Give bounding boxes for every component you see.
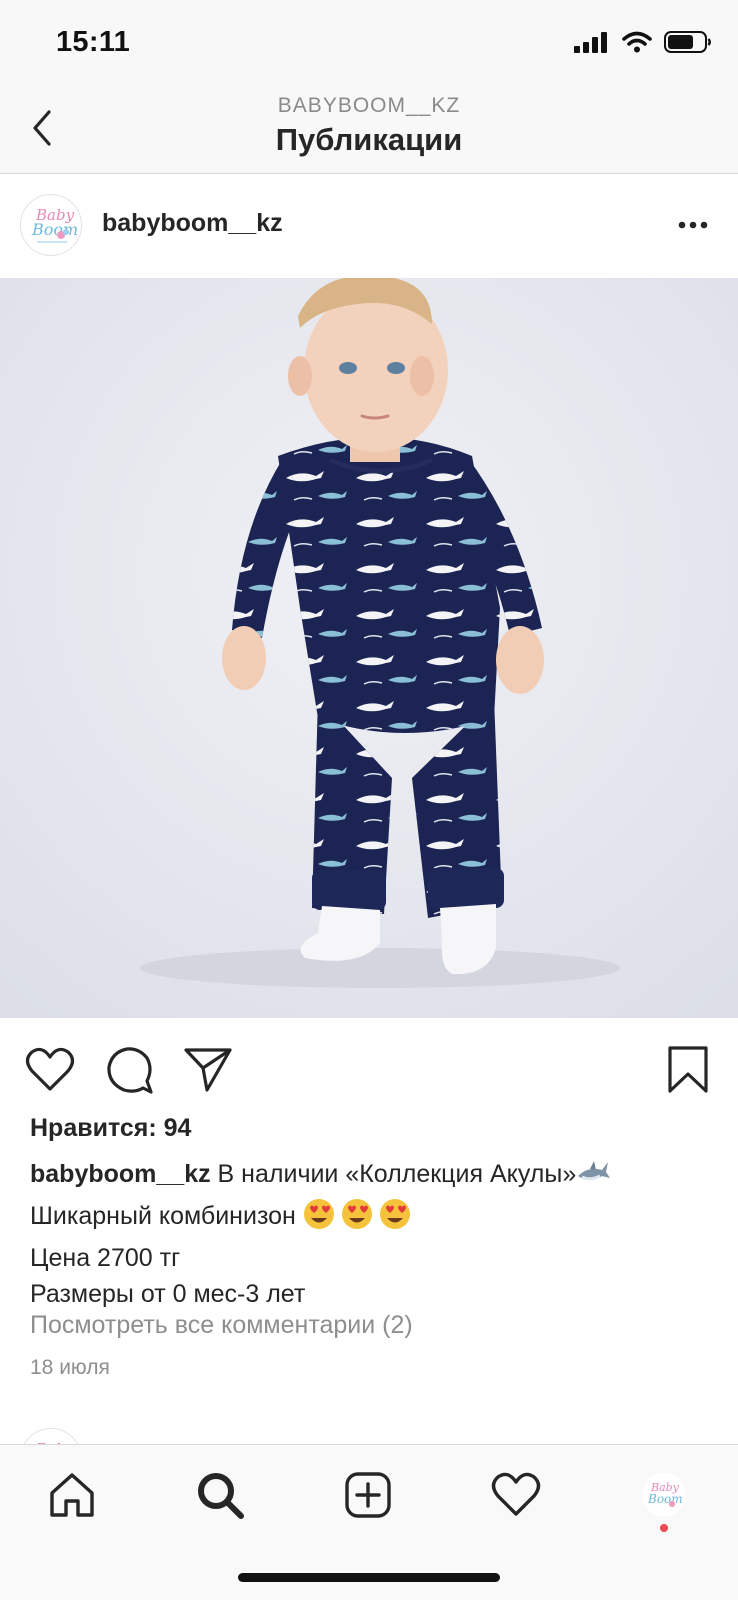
svg-text:Boom: Boom bbox=[31, 220, 78, 239]
babyboom-logo-icon: Baby Boom bbox=[31, 206, 78, 243]
search-icon bbox=[198, 1473, 244, 1519]
tab-home[interactable] bbox=[42, 1465, 102, 1525]
comment-icon bbox=[107, 1047, 153, 1094]
share-button[interactable] bbox=[180, 1042, 236, 1098]
nav-subtitle: BABYBOOM__KZ bbox=[277, 94, 461, 117]
like-button[interactable] bbox=[22, 1042, 78, 1098]
home-icon bbox=[50, 1473, 94, 1517]
post-header: Baby Boom babyboom__kz bbox=[0, 175, 738, 278]
tab-activity[interactable] bbox=[486, 1465, 546, 1525]
status-bar: 15:11 bbox=[0, 0, 738, 88]
heart-eyes-emoji-icon bbox=[375, 1198, 413, 1240]
bookmark-icon bbox=[668, 1046, 708, 1093]
caption-line-3: Цена 2700 тг bbox=[30, 1244, 181, 1272]
avatar[interactable]: Baby Boom bbox=[20, 194, 82, 256]
post-caption: babyboom__kz В наличии «Коллекция Акулы»… bbox=[30, 1156, 720, 1312]
heart-icon bbox=[25, 1047, 75, 1091]
comment-button[interactable] bbox=[102, 1042, 158, 1098]
notification-dot bbox=[660, 1524, 668, 1532]
home-indicator bbox=[238, 1573, 500, 1582]
post-username[interactable]: babyboom__kz bbox=[102, 209, 283, 238]
heart-eyes-emoji-icon bbox=[303, 1198, 337, 1240]
caption-line-4: Размеры от 0 мес-3 лет bbox=[30, 1280, 306, 1308]
post-actions bbox=[0, 1018, 738, 1118]
profile-avatar: Baby Boom bbox=[642, 1473, 686, 1517]
caption-line-2: Шикарный комбинизон bbox=[30, 1198, 720, 1240]
babyboom-logo-icon: Baby Boom bbox=[647, 1481, 683, 1507]
add-post-icon bbox=[345, 1472, 391, 1518]
tab-search[interactable] bbox=[190, 1465, 250, 1525]
caption-username[interactable]: babyboom__kz bbox=[30, 1160, 211, 1188]
wifi-icon bbox=[622, 31, 652, 53]
tab-new-post[interactable] bbox=[338, 1465, 398, 1525]
tab-profile[interactable]: Baby Boom bbox=[634, 1465, 694, 1525]
post-date: 18 июля bbox=[30, 1356, 110, 1379]
heart-eyes-emoji-icon bbox=[337, 1198, 375, 1240]
signal-icon bbox=[574, 32, 607, 53]
baby-in-shark-romper-image bbox=[0, 278, 738, 1018]
paper-plane-icon bbox=[184, 1048, 232, 1092]
more-options-button[interactable] bbox=[674, 213, 712, 237]
svg-text:Boom: Boom bbox=[647, 1492, 683, 1506]
more-dots-icon bbox=[678, 221, 708, 229]
caption-line-1: babyboom__kz В наличии «Коллекция Акулы» bbox=[30, 1156, 720, 1198]
view-comments-link[interactable]: Посмотреть все комментарии (2) bbox=[30, 1311, 413, 1340]
activity-heart-icon bbox=[491, 1472, 541, 1516]
shark-emoji-icon bbox=[576, 1158, 612, 1198]
nav-header: BABYBOOM__KZ Публикации bbox=[0, 88, 738, 174]
status-time: 15:11 bbox=[56, 26, 131, 58]
page-title: Публикации bbox=[275, 122, 463, 157]
likes-count[interactable]: Нравится: 94 bbox=[30, 1114, 191, 1143]
instagram-post-screen: 15:11 BABYBOOM__KZ Публикации Baby Boom … bbox=[0, 0, 738, 1600]
battery-icon bbox=[664, 31, 711, 53]
caption-text-1: В наличии «Коллекция Акулы» bbox=[210, 1160, 577, 1188]
save-button[interactable] bbox=[660, 1042, 716, 1098]
caption-text-2: Шикарный комбинизон bbox=[30, 1202, 303, 1230]
post-photo[interactable] bbox=[0, 278, 738, 1018]
status-icons bbox=[574, 30, 712, 54]
